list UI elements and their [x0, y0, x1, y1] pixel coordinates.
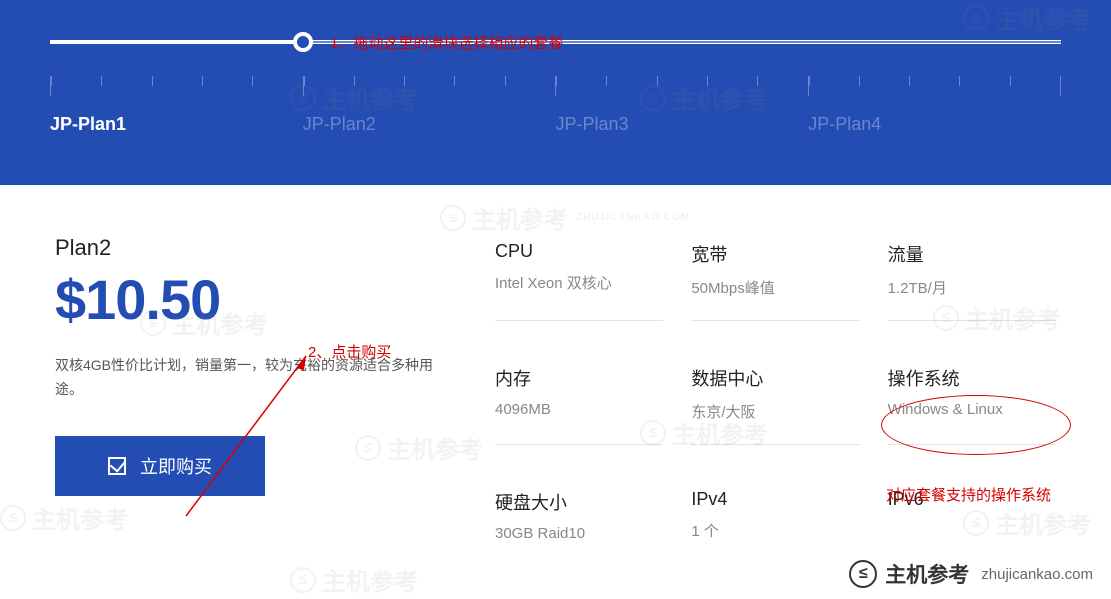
spec-value: 50Mbps峰值	[691, 277, 859, 298]
spec-label: 流量	[888, 241, 1056, 267]
spec-label: 内存	[495, 365, 663, 391]
checkbox-icon	[108, 457, 126, 475]
spec-bandwidth: 宽带 50Mbps峰值	[691, 241, 859, 321]
slider-handle[interactable]	[293, 32, 313, 52]
spec-disk: 硬盘大小 30GB Raid10	[495, 489, 663, 542]
spec-os: 操作系统 Windows & Linux	[888, 365, 1056, 445]
spec-label: 硬盘大小	[495, 489, 663, 515]
spec-value: Intel Xeon 双核心	[495, 272, 663, 293]
brand-logo-icon: ≤	[849, 560, 877, 588]
spec-value: 1.2TB/月	[888, 277, 1056, 298]
plan-summary: Plan2 $10.50 双核4GB性价比计划，销量第一，较为充裕的资源适合多种…	[55, 235, 435, 542]
spec-value: 东京/大阪	[691, 401, 859, 422]
slider-fill	[50, 40, 303, 44]
watermark: ≤主机参考	[290, 562, 418, 597]
spec-ipv4: IPv4 1 个	[691, 489, 859, 542]
buy-button-label: 立即购买	[140, 453, 212, 479]
spec-ram: 内存 4096MB	[495, 365, 663, 445]
plan-name: Plan2	[55, 235, 435, 261]
plan-label-1[interactable]: JP-Plan1	[50, 114, 303, 135]
slider-ticks	[50, 76, 1061, 96]
annotation-1: 1、拖动这里的滑块选择相应的套餐	[330, 32, 563, 53]
spec-value: 1 个	[691, 520, 859, 541]
buy-button[interactable]: 立即购买	[55, 436, 265, 496]
plan-price: $10.50	[55, 267, 435, 332]
brand-url: zhujicankao.com	[981, 566, 1093, 583]
brand-text: 主机参考	[885, 559, 969, 589]
spec-value: Windows & Linux	[888, 401, 1056, 418]
spec-label: CPU	[495, 241, 663, 262]
spec-value: 30GB Raid10	[495, 525, 663, 542]
footer-brand: ≤ 主机参考 zhujicankao.com	[849, 559, 1093, 589]
plan-slider-banner: JP-Plan1 JP-Plan2 JP-Plan3 JP-Plan4 1、拖动…	[0, 0, 1111, 185]
spec-datacenter: 数据中心 东京/大阪	[691, 365, 859, 445]
spec-value: 4096MB	[495, 401, 663, 418]
annotation-2: 2、点击购买	[308, 341, 391, 362]
plan-labels: JP-Plan1 JP-Plan2 JP-Plan3 JP-Plan4	[50, 114, 1061, 135]
spec-cpu: CPU Intel Xeon 双核心	[495, 241, 663, 321]
annotation-3: 对应套餐支持的操作系统	[886, 484, 1051, 505]
spec-traffic: 流量 1.2TB/月	[888, 241, 1056, 321]
spec-label: IPv4	[691, 489, 859, 510]
plan-label-2[interactable]: JP-Plan2	[303, 114, 556, 135]
spec-label: 操作系统	[888, 365, 1056, 391]
plan-label-4[interactable]: JP-Plan4	[808, 114, 1061, 135]
spec-label: 宽带	[691, 241, 859, 267]
spec-label: 数据中心	[691, 365, 859, 391]
plan-label-3[interactable]: JP-Plan3	[556, 114, 809, 135]
